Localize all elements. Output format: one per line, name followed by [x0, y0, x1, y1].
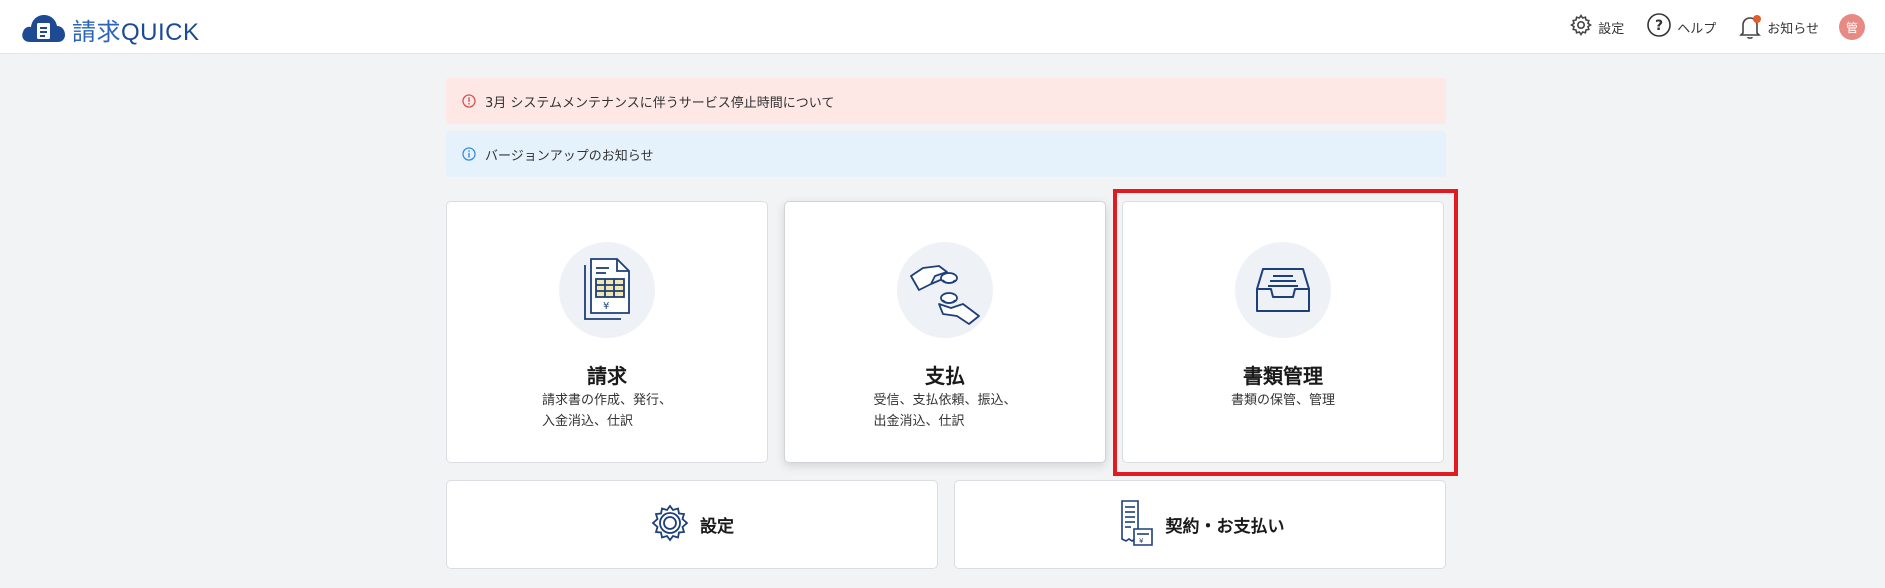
invoice-icon: ¥	[559, 242, 655, 338]
user-avatar[interactable]: 管	[1839, 14, 1865, 40]
payment-card-description: 受信、支払依頼、振込、 出金消込、仕訳	[785, 390, 1105, 432]
notifications-label: お知らせ	[1767, 21, 1819, 37]
settings-label: 設定	[1598, 21, 1625, 37]
cloud-logo-icon	[20, 10, 66, 48]
settings-card[interactable]: 設定	[446, 480, 938, 569]
maintenance-notice-text: 3月 システムメンテナンスに伴うサービス停止時間について	[485, 95, 835, 111]
notifications-link[interactable]: お知らせ	[1738, 14, 1819, 40]
help-label: ヘルプ	[1677, 21, 1717, 37]
settings-card-label: 設定	[700, 517, 734, 537]
gear-icon	[650, 503, 690, 547]
version-notice-text: バージョンアップのお知らせ	[485, 148, 654, 164]
svg-text:?: ?	[1655, 18, 1663, 34]
document-management-card-description: 書類の保管、管理	[1123, 390, 1443, 411]
billing-card[interactable]: ¥ 請求 請求書の作成、発行、 入金消込、仕訳	[446, 201, 768, 463]
contract-payment-card-label: 契約・お支払い	[1165, 517, 1285, 537]
payment-desc-line1: 受信、支払依頼、振込、	[873, 393, 1017, 408]
header-actions: 設定 ? ヘルプ お知らせ 管	[1547, 10, 1865, 44]
svg-text:¥: ¥	[1139, 537, 1144, 545]
app-name-kanji: 請求	[72, 18, 121, 46]
alert-circle-icon	[462, 94, 476, 108]
document-management-card-title: 書類管理	[1243, 364, 1323, 388]
info-circle-icon	[462, 147, 476, 161]
document-tray-icon	[1235, 242, 1331, 338]
payment-card[interactable]: 支払 受信、支払依頼、振込、 出金消込、仕訳	[784, 201, 1106, 463]
billing-desc-line1: 請求書の作成、発行、	[541, 393, 672, 408]
payment-card-title: 支払	[925, 364, 965, 388]
version-notice[interactable]: バージョンアップのお知らせ	[446, 131, 1446, 177]
settings-link[interactable]: 設定	[1569, 13, 1624, 41]
document-desc-line1: 書類の保管、管理	[1230, 393, 1335, 408]
billing-card-description: 請求書の作成、発行、 入金消込、仕訳	[447, 390, 767, 432]
contract-payment-card[interactable]: ¥ 契約・お支払い	[954, 480, 1446, 569]
payment-desc-line2: 出金消込、仕訳	[873, 414, 965, 429]
gear-icon	[1569, 13, 1593, 41]
billing-card-title: 請求	[587, 364, 627, 388]
help-icon: ?	[1646, 12, 1672, 42]
bell-icon	[1738, 14, 1762, 40]
svg-text:¥: ¥	[603, 301, 609, 312]
app-name: 請求QUICK	[72, 12, 200, 47]
help-link[interactable]: ? ヘルプ	[1646, 12, 1716, 42]
document-management-card[interactable]: 書類管理 書類の保管、管理	[1122, 201, 1444, 463]
receipt-icon: ¥	[1116, 499, 1156, 551]
maintenance-notice[interactable]: 3月 システムメンテナンスに伴うサービス停止時間について	[446, 78, 1446, 124]
billing-desc-line2: 入金消込、仕訳	[541, 414, 633, 429]
app-logo[interactable]: 請求QUICK	[20, 10, 200, 48]
payment-hands-icon	[897, 242, 993, 338]
app-name-latin: QUICK	[121, 18, 200, 46]
top-bar: 請求QUICK 設定 ? ヘルプ お知らせ 管	[0, 0, 1885, 54]
